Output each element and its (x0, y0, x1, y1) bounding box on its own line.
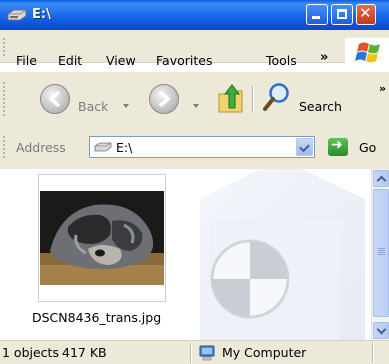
close-button[interactable]: ✕ (356, 4, 376, 25)
menu-tools[interactable]: Tools (266, 53, 297, 68)
status-location: My Computer (222, 345, 307, 360)
windows-logo-icon (345, 38, 389, 68)
close-icon: ✕ (359, 4, 372, 22)
address-bar: Address E:\ Go (0, 128, 389, 170)
menu-bar: File Edit View Favorites Tools » (0, 30, 389, 68)
back-dropdown-icon[interactable] (123, 104, 129, 108)
menu-view[interactable]: View (106, 53, 136, 68)
back-label: Back (78, 99, 109, 114)
scroll-up-icon[interactable] (373, 170, 389, 187)
status-separator (190, 343, 191, 363)
toolbar-grip[interactable] (3, 82, 5, 118)
file-list-pane[interactable]: DSCN8436_trans.jpg (0, 169, 371, 340)
file-thumbnail[interactable] (38, 174, 166, 302)
back-button[interactable]: Back (16, 82, 129, 116)
maximize-icon (337, 9, 347, 19)
drive-watermark-icon (200, 169, 365, 340)
scroll-thumb[interactable] (373, 189, 389, 317)
search-icon (263, 83, 289, 111)
address-input[interactable]: E:\ (89, 136, 315, 158)
status-separator (372, 343, 373, 363)
title-bar[interactable]: E:\ ✕ (0, 0, 389, 30)
go-button[interactable]: Go (359, 140, 376, 155)
menu-favorites[interactable]: Favorites (156, 53, 212, 68)
menu-file[interactable]: File (16, 53, 37, 68)
drive-icon (94, 142, 112, 152)
address-label: Address (16, 140, 66, 155)
forward-dropdown-icon[interactable] (193, 104, 199, 108)
toolbar-separator (252, 86, 253, 112)
address-value: E:\ (116, 140, 133, 155)
status-bar: 1 objects 417 KB My Computer (0, 340, 389, 364)
status-object-count: 1 objects (2, 345, 59, 360)
drive-icon (7, 9, 27, 21)
up-folder-icon[interactable] (216, 82, 246, 116)
minimize-icon (312, 16, 320, 19)
back-arrow-icon (40, 84, 70, 114)
maximize-button[interactable] (331, 4, 353, 25)
dog-photo (40, 191, 164, 285)
menu-edit[interactable]: Edit (58, 53, 82, 68)
search-button[interactable]: Search (259, 82, 349, 116)
file-name[interactable]: DSCN8436_trans.jpg (32, 310, 161, 325)
go-arrow-icon[interactable] (328, 137, 348, 156)
vertical-scrollbar[interactable] (371, 169, 389, 340)
window-title: E:\ (32, 7, 51, 22)
menu-more-chevron[interactable]: » (320, 50, 328, 65)
status-size: 417 KB (62, 345, 107, 360)
search-label: Search (299, 99, 342, 114)
toolbar-more-chevron[interactable]: » (379, 82, 386, 95)
my-computer-icon (199, 345, 215, 361)
address-dropdown-icon[interactable] (296, 138, 313, 156)
standard-toolbar: Back Search » (0, 72, 389, 129)
explorer-window: E:\ ✕ File Edit View Favorites Tools » B… (0, 0, 389, 364)
scroll-down-icon[interactable] (373, 322, 389, 339)
minimize-button[interactable] (306, 4, 328, 25)
menu-grip[interactable] (3, 38, 5, 58)
forward-button[interactable] (145, 82, 205, 116)
address-grip[interactable] (3, 136, 5, 160)
forward-arrow-icon (149, 84, 179, 114)
